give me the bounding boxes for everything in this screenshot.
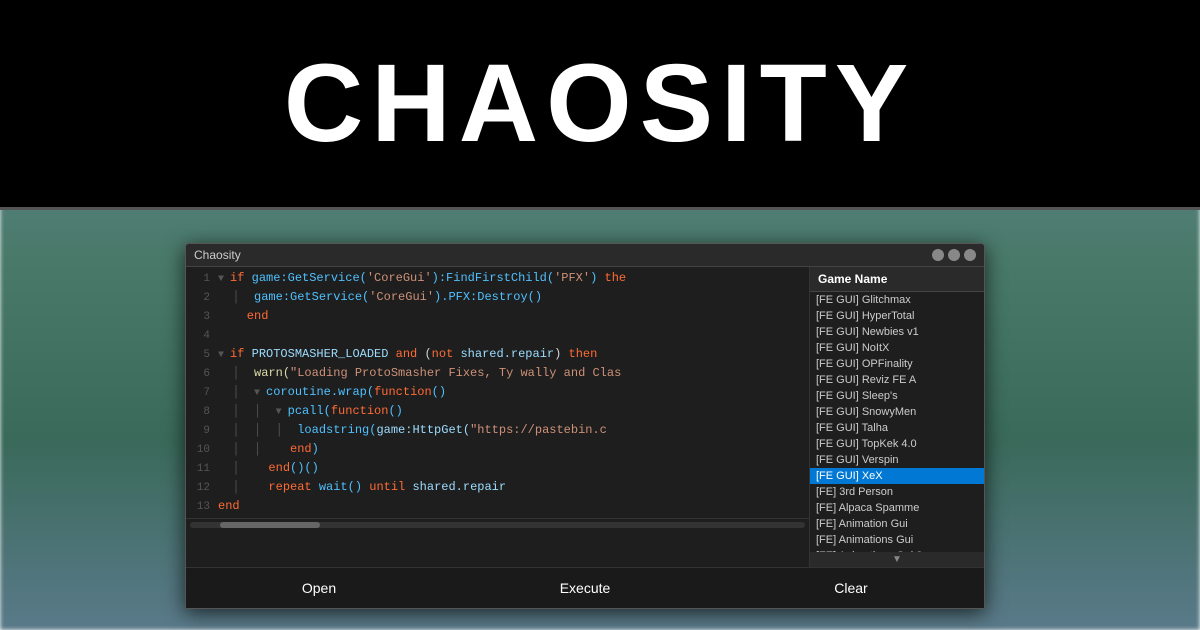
code-line: 6 │ warn("Loading ProtoSmasher Fixes, Ty… xyxy=(186,366,809,385)
minimize-button[interactable] xyxy=(932,249,944,261)
list-item[interactable]: [FE GUI] Talha xyxy=(810,420,984,436)
scrollbar-track[interactable] xyxy=(190,522,805,528)
scroll-down-arrow[interactable]: ▼ xyxy=(810,552,984,567)
window-titlebar: Chaosity xyxy=(186,244,984,267)
code-line: 5 ▼ if PROTOSMASHER_LOADED and (not shar… xyxy=(186,347,809,366)
content-area: Chaosity 1 ▼ if game:GetService('CoreGui… xyxy=(0,213,1200,630)
code-line: 9 │ │ │ loadstring(game:HttpGet("https:/… xyxy=(186,423,809,442)
window-title: Chaosity xyxy=(194,248,241,262)
app-title: CHAOSITY xyxy=(284,49,916,159)
code-line: 3 end xyxy=(186,309,809,328)
list-item[interactable]: [FE GUI] TopKek 4.0 xyxy=(810,436,984,452)
open-button[interactable]: Open xyxy=(186,576,452,600)
list-item[interactable]: [FE] 3rd Person xyxy=(810,484,984,500)
window-body: 1 ▼ if game:GetService('CoreGui'):FindFi… xyxy=(186,267,984,567)
list-item[interactable]: [FE GUI] Reviz FE A xyxy=(810,372,984,388)
window-controls xyxy=(932,249,976,261)
main-window: Chaosity 1 ▼ if game:GetService('CoreGui… xyxy=(185,243,985,609)
code-line: 7 │ ▼ coroutine.wrap(function() xyxy=(186,385,809,404)
code-line: 2 │ game:GetService('CoreGui').PFX:Destr… xyxy=(186,290,809,309)
list-item[interactable]: [FE GUI] Verspin xyxy=(810,452,984,468)
code-line: 10 │ │ end) xyxy=(186,442,809,461)
code-line: 8 │ │ ▼ pcall(function() xyxy=(186,404,809,423)
list-item-selected[interactable]: [FE GUI] XeX xyxy=(810,468,984,484)
clear-button[interactable]: Clear xyxy=(718,576,984,600)
list-item[interactable]: [FE GUI] OPFinality xyxy=(810,356,984,372)
list-item[interactable]: [FE] Animations Gui xyxy=(810,532,984,548)
game-list-header: Game Name xyxy=(810,267,984,292)
list-item[interactable]: [FE GUI] Newbies v1 xyxy=(810,324,984,340)
close-button[interactable] xyxy=(964,249,976,261)
scrollbar-area xyxy=(186,518,809,530)
window-footer: Open Execute Clear xyxy=(186,567,984,608)
maximize-button[interactable] xyxy=(948,249,960,261)
execute-button[interactable]: Execute xyxy=(452,576,718,600)
list-item[interactable]: [FE GUI] Sleep's xyxy=(810,388,984,404)
code-line: 11 │ end()() xyxy=(186,461,809,480)
list-item[interactable]: [FE GUI] HyperTotal xyxy=(810,308,984,324)
game-list-panel: Game Name [FE GUI] Glitchmax [FE GUI] Hy… xyxy=(809,267,984,567)
code-line: 13 end xyxy=(186,499,809,518)
list-item[interactable]: [FE] Animation Gui xyxy=(810,516,984,532)
scrollbar-thumb[interactable] xyxy=(220,522,320,528)
code-line: 4 xyxy=(186,328,809,347)
code-line: 12 │ repeat wait() until shared.repair xyxy=(186,480,809,499)
list-item[interactable]: [FE] Alpaca Spamme xyxy=(810,500,984,516)
list-item[interactable]: [FE GUI] Glitchmax xyxy=(810,292,984,308)
list-item[interactable]: [FE] Animations Gui 2 xyxy=(810,548,984,552)
code-editor[interactable]: 1 ▼ if game:GetService('CoreGui'):FindFi… xyxy=(186,267,809,567)
top-banner: CHAOSITY xyxy=(0,0,1200,210)
list-item[interactable]: [FE GUI] NoItX xyxy=(810,340,984,356)
code-line: 1 ▼ if game:GetService('CoreGui'):FindFi… xyxy=(186,271,809,290)
game-list-scroll[interactable]: [FE GUI] Glitchmax [FE GUI] HyperTotal [… xyxy=(810,292,984,552)
list-item[interactable]: [FE GUI] SnowyMen xyxy=(810,404,984,420)
